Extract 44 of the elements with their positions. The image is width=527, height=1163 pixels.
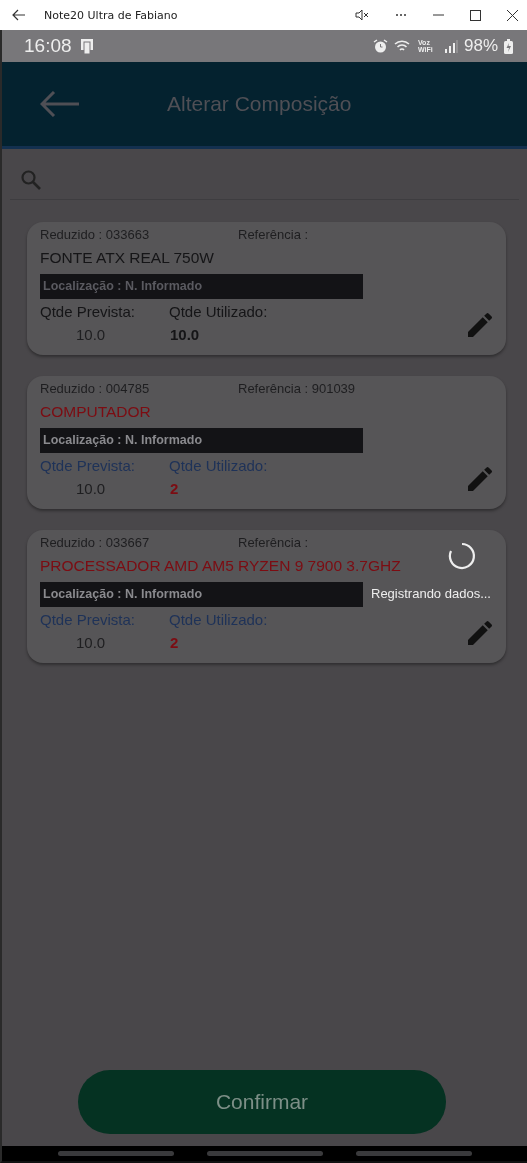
qty-label: Qtde Utilizado:: [169, 457, 268, 475]
qty-value: 10.0: [75, 480, 107, 498]
back-arrow-icon[interactable]: [40, 91, 80, 117]
alarm-icon: [372, 38, 388, 54]
loading-message: Registrando dados...: [371, 586, 491, 601]
reduzido-label: Reduzido : 004785: [40, 380, 151, 397]
qty-value: 2: [170, 634, 179, 652]
location-bar: Localização : N. Informado: [40, 582, 363, 607]
product-name: FONTE ATX REAL 750W: [40, 248, 215, 268]
screen-title: Alterar Composição: [167, 92, 352, 116]
location-bar: Localização : N. Informado: [40, 274, 363, 299]
product-name: PROCESSADOR AMD AM5 RYZEN 9 7900 3.7GHZ: [40, 556, 402, 576]
signal-icon: [443, 39, 458, 53]
mute-icon[interactable]: [355, 9, 369, 21]
wifi-icon: [393, 39, 412, 53]
qty-label: Qtde Prevista:: [40, 303, 137, 321]
product-name: COMPUTADOR: [40, 402, 152, 422]
more-icon[interactable]: [395, 13, 407, 17]
maximize-icon[interactable]: [470, 9, 481, 21]
referencia-label: Referência :: [238, 226, 309, 243]
qty-value: 10.0: [75, 326, 107, 344]
battery-level: 98%: [463, 36, 498, 56]
clock-time: 16:08: [24, 35, 72, 57]
confirm-button[interactable]: Confirmar: [78, 1070, 446, 1134]
search-icon[interactable]: [20, 169, 42, 191]
item-card[interactable]: Reduzido : 004785 Referência : 901039 COMPUTADOR Localização : N. Informado Qtde Prevista: Qtde Utilizado: 10.0 2: [27, 376, 506, 509]
referencia-label: Referência :: [238, 534, 309, 551]
qty-value: 10.0: [170, 326, 200, 344]
qty-label: Qtde Utilizado:: [169, 303, 268, 321]
loading-spinner: [447, 541, 477, 571]
qty-label: Qtde Prevista:: [40, 611, 137, 629]
item-card[interactable]: Reduzido : 033663 Referência : FONTE ATX REAL 750W Localização : N. Informado Qtde Prevista: Qtde Utilizado: 10.0 10.0: [27, 222, 506, 355]
battery-icon: [504, 38, 513, 54]
qty-value: 2: [170, 480, 179, 498]
back-icon[interactable]: [12, 9, 26, 21]
window-title: Note20 Ultra de Fabiano: [44, 8, 178, 22]
reduzido-label: Reduzido : 033663: [40, 226, 151, 243]
qty-label: Qtde Prevista:: [40, 457, 137, 475]
referencia-label: Referência : 901039: [238, 380, 356, 397]
qty-label: Qtde Utilizado:: [169, 611, 268, 629]
qty-value: 10.0: [75, 634, 107, 652]
close-icon[interactable]: [507, 9, 518, 21]
location-bar: Localização : N. Informado: [40, 428, 363, 453]
reduzido-label: Reduzido : 033667: [40, 534, 151, 551]
